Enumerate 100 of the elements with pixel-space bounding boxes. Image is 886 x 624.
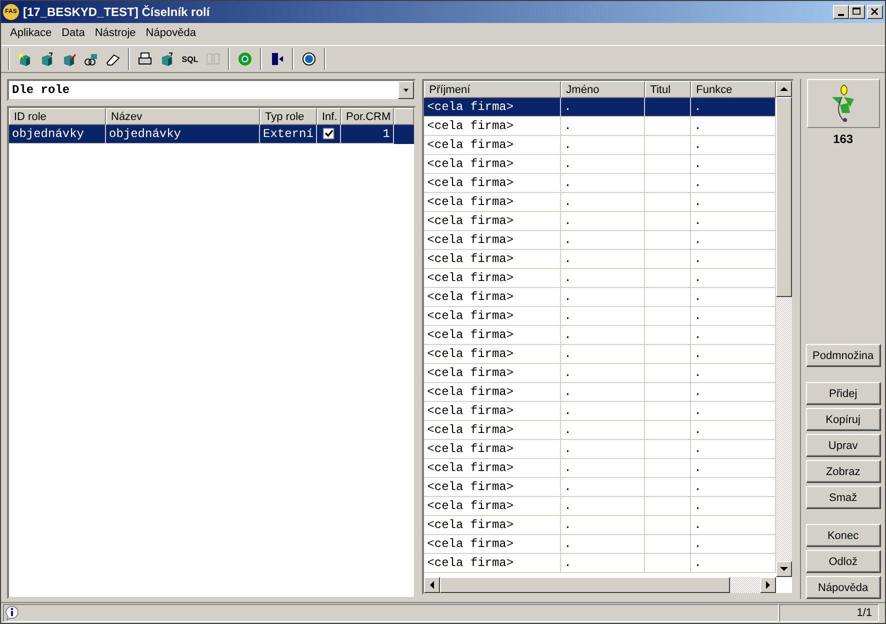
table-cell: . (694, 309, 702, 323)
table-row[interactable]: <cela firma> . . (424, 117, 776, 136)
page-indicator: 1/1 (779, 604, 879, 622)
checkbox[interactable] (322, 127, 336, 141)
table-cell: . (564, 233, 572, 247)
maximize-button[interactable] (849, 5, 865, 19)
cube-icon[interactable] (159, 51, 175, 67)
table-row[interactable]: <cela firma> . . (424, 383, 776, 402)
table-row[interactable]: <cela firma> . . (424, 174, 776, 193)
table-cell: <cela firma> (427, 461, 514, 475)
table-cell: <cela firma> (427, 480, 514, 494)
table-cell: <cela firma> (427, 100, 514, 114)
table-row[interactable]: <cela firma> . . (424, 136, 776, 155)
action-button[interactable]: Konec (806, 524, 881, 547)
action-button[interactable]: Kopíruj (806, 408, 881, 431)
column-header[interactable]: Inf. (317, 108, 341, 125)
column-header[interactable]: ID role (9, 108, 106, 125)
action-button[interactable]: Odlož (806, 550, 881, 573)
filter-dropdown[interactable]: Dle role (7, 79, 416, 101)
table-row[interactable]: <cela firma> . . (424, 516, 776, 535)
action-button[interactable]: Nápověda (806, 576, 881, 599)
column-header[interactable]: Název (106, 108, 260, 125)
table-cell: . (694, 537, 702, 551)
table-row[interactable]: <cela firma> . . (424, 307, 776, 326)
table-row[interactable]: <cela firma> . . (424, 402, 776, 421)
menu-item[interactable]: Aplikace (5, 27, 57, 39)
table-cell: . (694, 252, 702, 266)
table-cell: . (564, 119, 572, 133)
sql-button[interactable]: SQL (179, 48, 201, 70)
table-row[interactable]: objednávky objednávky Externí 1 (9, 125, 414, 144)
table-row[interactable]: <cela firma> . . (424, 231, 776, 250)
column-header[interactable]: Jméno (561, 81, 646, 98)
table-row[interactable]: <cela firma> . . (424, 459, 776, 478)
table-cell: . (694, 138, 702, 152)
table-cell: . (564, 480, 572, 494)
table-cell: . (694, 214, 702, 228)
table-cell: <cela firma> (427, 537, 514, 551)
table-row[interactable]: <cela firma> . . (424, 535, 776, 554)
column-header[interactable]: Příjmení (424, 81, 562, 98)
column-header[interactable]: Funkce (691, 81, 776, 98)
table-row[interactable]: <cela firma> . . (424, 345, 776, 364)
menu-item[interactable]: Nápověda (140, 27, 201, 39)
table-cell: . (694, 499, 702, 513)
scroll-right-icon[interactable] (764, 581, 772, 589)
table-cell: <cela firma> (427, 138, 514, 152)
new-item-icon[interactable] (17, 51, 33, 67)
action-button[interactable]: Smaž (806, 486, 881, 509)
table-row[interactable]: <cela firma> . . (424, 155, 776, 174)
table-cell: . (564, 138, 572, 152)
action-button[interactable]: Přidej (806, 382, 881, 405)
table-cell: <cela firma> (427, 309, 514, 323)
table-cell: . (564, 366, 572, 380)
print-icon[interactable] (137, 51, 153, 67)
table-row[interactable]: <cela firma> . . (424, 364, 776, 383)
close-button[interactable] (867, 5, 883, 19)
column-header[interactable]: Por.CRM (341, 108, 394, 125)
table-row[interactable]: <cela firma> . . (424, 193, 776, 212)
table-cell: . (694, 423, 702, 437)
table-row[interactable]: <cela firma> . . (424, 497, 776, 516)
table-row[interactable]: <cela firma> . . (424, 440, 776, 459)
table-row[interactable]: <cela firma> . . (424, 250, 776, 269)
menu-item[interactable]: Data (56, 27, 90, 39)
table-cell: . (564, 214, 572, 228)
cube-icon[interactable] (39, 51, 55, 67)
link-icon[interactable] (83, 51, 99, 67)
table-row[interactable]: <cela firma> . . (424, 212, 776, 231)
refresh-icon[interactable] (237, 51, 253, 67)
table-row[interactable]: <cela firma> . . (424, 98, 776, 117)
minimize-button[interactable] (833, 5, 849, 19)
table-cell: . (694, 195, 702, 209)
table-cell: . (564, 556, 572, 570)
action-button[interactable]: Podmnožina (806, 344, 881, 367)
table-cell: . (694, 442, 702, 456)
table-cell: . (564, 385, 572, 399)
exit-icon[interactable] (269, 51, 285, 67)
table-cell: . (564, 347, 572, 361)
table-row[interactable]: <cela firma> . . (424, 554, 776, 573)
action-button[interactable]: Uprav (806, 434, 881, 457)
table-row[interactable]: <cela firma> . . (424, 326, 776, 345)
minimize-icon (838, 14, 844, 16)
action-button[interactable]: Zobraz (806, 460, 881, 483)
table-cell: . (694, 518, 702, 532)
menu-item[interactable]: Nástroje (90, 27, 141, 39)
help-icon[interactable] (301, 51, 317, 67)
edit-icon[interactable] (61, 51, 77, 67)
scroll-left-icon[interactable] (428, 581, 436, 589)
scroll-down-icon[interactable] (780, 565, 788, 573)
table-row[interactable]: <cela firma> . . (424, 478, 776, 497)
scroll-up-icon[interactable] (780, 85, 788, 93)
table-row[interactable]: <cela firma> . . (424, 288, 776, 307)
column-header[interactable]: Typ role (260, 108, 317, 125)
table-cell: . (694, 480, 702, 494)
table-cell: . (694, 347, 702, 361)
table-row[interactable]: <cela firma> . . (424, 269, 776, 288)
column-header[interactable]: Titul (645, 81, 692, 98)
table-cell: <cela firma> (427, 157, 514, 171)
table-row[interactable]: <cela firma> . . (424, 421, 776, 440)
table-cell: <cela firma> (427, 290, 514, 304)
table-cell: . (694, 157, 702, 171)
table-cell: . (564, 252, 572, 266)
